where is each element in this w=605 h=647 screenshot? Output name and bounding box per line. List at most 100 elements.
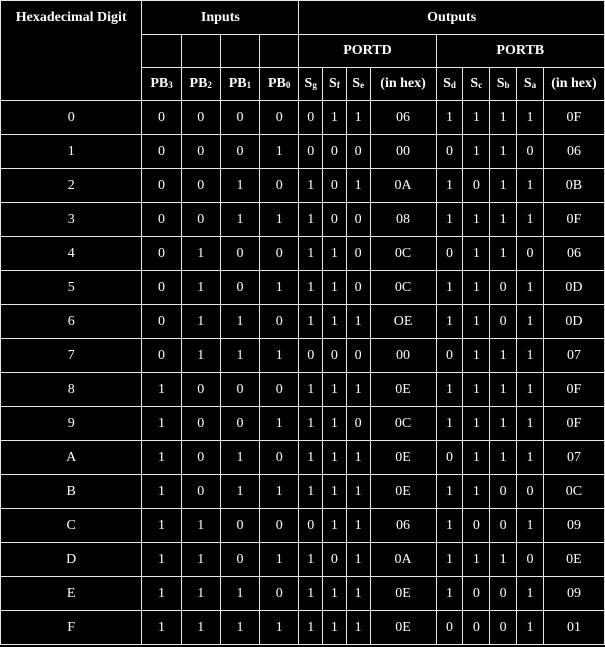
portd-bit-cell: 1 [345, 100, 371, 135]
portd-bit-cell: 0 [322, 338, 347, 373]
portb-bit-cell: 1 [462, 304, 491, 339]
portb-bit-cell: 1 [516, 168, 544, 203]
input-bit-cell: 1 [141, 610, 182, 645]
portd-bit-cell: 1 [345, 168, 371, 203]
input-bit-cell: 1 [141, 542, 182, 577]
input-bit-cell: 0 [180, 440, 221, 475]
portb-hex-cell: 06 [542, 134, 605, 169]
portd-bit-cell: 0 [345, 338, 371, 373]
portd-bit-cell: 1 [322, 474, 347, 509]
portb-bit-cell: 0 [462, 576, 491, 611]
portd-bit-cell: 1 [345, 474, 371, 509]
table-row: 5 0 1 0 1 1 1 0 0C 1 1 0 1 0D [0, 270, 605, 305]
hex-digit-cell: 9 [0, 406, 143, 441]
portd-bit-cell: 1 [322, 576, 347, 611]
hex-digit-cell: 3 [0, 202, 143, 237]
portb-bit-cell: 1 [435, 270, 464, 305]
portd-col-header: Sf [322, 67, 347, 101]
input-bit-cell: 1 [219, 338, 261, 373]
portd-col-header-subscript: e [360, 80, 365, 90]
outputs-header: Outputs [298, 0, 605, 35]
portd-col-header-base: S [352, 76, 361, 91]
portd-bit-cell: 1 [298, 440, 324, 475]
portd-bit-cell: 1 [298, 304, 324, 339]
input-bit-cell: 1 [141, 406, 182, 441]
input-bit-cell: 0 [141, 304, 182, 339]
portd-hex-cell: 0E [369, 576, 437, 611]
portb-bit-cell: 0 [489, 508, 518, 543]
input-bit-cell: 0 [219, 134, 261, 169]
portd-hex-cell: 0A [369, 542, 437, 577]
portd-hex-cell: 0C [369, 236, 437, 271]
portd-bit-cell: 1 [322, 304, 347, 339]
portd-bit-cell: 1 [322, 100, 347, 135]
input-bit-cell: 1 [259, 134, 300, 169]
input-bit-cell: 0 [141, 270, 182, 305]
input-bit-cell: 0 [219, 372, 261, 407]
portd-bit-cell: 1 [322, 236, 347, 271]
table-row: B 1 0 1 1 1 1 1 0E 1 1 0 0 0C [0, 474, 605, 509]
portd-bit-cell: 1 [322, 270, 347, 305]
portb-bit-cell: 1 [516, 270, 544, 305]
portb-bit-cell: 0 [462, 168, 491, 203]
portb-col-header-base: S [523, 76, 532, 91]
portb-bit-cell: 0 [462, 508, 491, 543]
portd-bit-cell: 1 [345, 372, 371, 407]
input-col-header-subscript: 2 [207, 80, 212, 90]
portd-bit-cell: 0 [345, 202, 371, 237]
input-bit-cell: 1 [141, 440, 182, 475]
portb-hex-cell: 0F [542, 202, 605, 237]
portb-bit-cell: 1 [489, 406, 518, 441]
portb-bit-cell: 0 [462, 610, 491, 645]
input-bit-cell: 1 [259, 406, 300, 441]
portb-bit-cell: 1 [489, 338, 518, 373]
input-col-header-subscript: 0 [285, 80, 291, 90]
portb-hex-cell: 09 [542, 508, 605, 543]
portb-bit-cell: 1 [489, 134, 518, 169]
input-bit-cell: 0 [219, 406, 261, 441]
input-bit-cell: 0 [259, 576, 300, 611]
input-col-header: PB0 [259, 67, 300, 101]
hex-digit-header: Hexadecimal Digit [0, 0, 143, 101]
table-row: F 1 1 1 1 1 1 1 0E 0 0 0 1 01 [0, 610, 605, 645]
input-bit-cell: 0 [259, 100, 300, 135]
portd-hex-cell: 0C [369, 406, 437, 441]
input-bit-cell: 0 [141, 168, 182, 203]
input-bit-cell: 1 [141, 576, 182, 611]
hex-digit-cell: C [0, 508, 143, 543]
input-bit-cell: 0 [141, 100, 182, 135]
input-col-header-base: PB [228, 76, 247, 91]
truth-table: Hexadecimal Digit Inputs Outputs PORTD P… [0, 0, 605, 645]
portd-bit-cell: 1 [298, 270, 324, 305]
inputs-subheader-blank [259, 34, 300, 68]
portb-hex-cell: 0F [542, 406, 605, 441]
portb-bit-cell: 1 [516, 406, 544, 441]
hex-digit-cell: 0 [0, 100, 143, 135]
portd-bit-cell: 1 [322, 406, 347, 441]
hex-digit-cell: B [0, 474, 143, 509]
input-col-header: PB1 [219, 67, 261, 101]
portb-bit-cell: 1 [489, 202, 518, 237]
input-col-header: PB3 [141, 67, 182, 101]
input-bit-cell: 1 [180, 304, 221, 339]
portb-hex-cell: 09 [542, 576, 605, 611]
portd-col-header: Se [345, 67, 371, 101]
portb-bit-cell: 0 [489, 610, 518, 645]
portd-col-header-base: S [329, 76, 337, 91]
portb-col-header: Sb [489, 67, 518, 101]
portd-col-header-subscript: f [336, 80, 340, 90]
portb-bit-cell: 1 [462, 270, 491, 305]
portb-hex-cell: 0F [542, 100, 605, 135]
portb-hex-cell: 06 [542, 236, 605, 271]
portd-hex-cell: 0C [369, 270, 437, 305]
portb-bit-cell: 1 [435, 576, 464, 611]
portb-bit-cell: 0 [489, 576, 518, 611]
portb-col-header-base: S [496, 76, 505, 91]
hex-digit-cell: A [0, 440, 143, 475]
portb-bit-cell: 0 [435, 610, 464, 645]
portb-bit-cell: 1 [516, 100, 544, 135]
input-bit-cell: 0 [259, 236, 300, 271]
portb-bit-cell: 1 [435, 372, 464, 407]
portd-hex-header: (in hex) [369, 67, 437, 101]
portb-bit-cell: 1 [516, 576, 544, 611]
